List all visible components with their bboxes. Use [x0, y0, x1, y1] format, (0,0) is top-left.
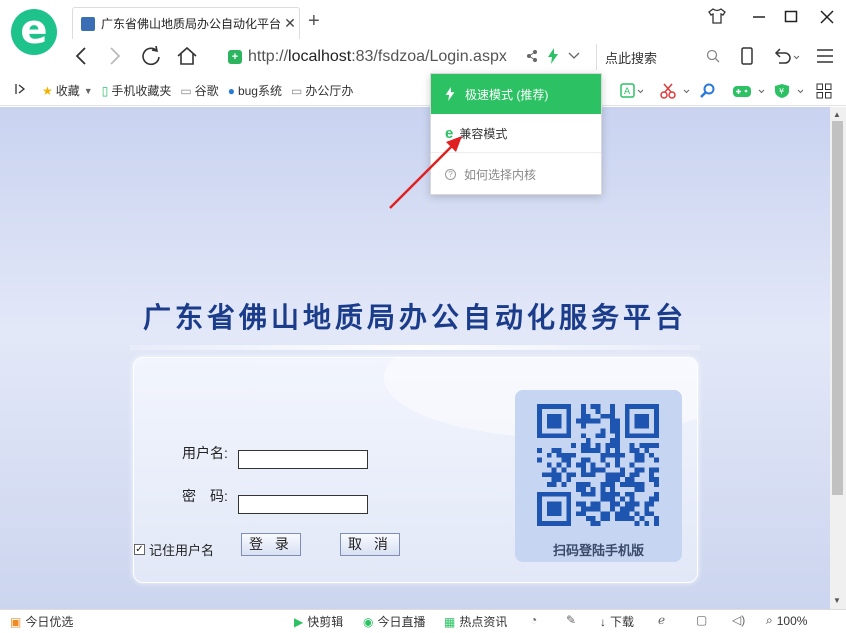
lightning-icon: [445, 87, 455, 101]
chevron-down-icon: ▼: [83, 85, 93, 96]
apps-grid-icon[interactable]: [816, 83, 832, 102]
bookmark-office[interactable]: ▭ 办公厅办: [291, 82, 353, 99]
bookmark-label: 办公厅办: [305, 84, 354, 98]
maximize-icon[interactable]: [784, 8, 798, 28]
status-speed-icon[interactable]: ◔: [530, 613, 537, 627]
title-divider: [130, 345, 700, 350]
remember-username[interactable]: ✓ 记住用户名: [134, 540, 214, 559]
scrollbar-thumb[interactable]: [832, 121, 843, 495]
status-label: 快剪辑: [307, 615, 344, 629]
remember-label: 记住用户名: [149, 543, 215, 558]
status-sound-icon[interactable]: ◁): [732, 613, 745, 627]
status-quick-edit[interactable]: ▶ 快剪辑: [294, 613, 343, 630]
username-input[interactable]: [238, 450, 368, 469]
password-label: 密 码:: [182, 488, 228, 504]
status-today-picks[interactable]: ▣ 今日优选: [10, 613, 73, 630]
download-icon: ↓: [600, 614, 606, 629]
translate-icon[interactable]: A: [620, 83, 644, 102]
bookmark-label: 谷歌: [194, 84, 219, 98]
status-download[interactable]: ↓ 下载: [600, 613, 634, 630]
kernel-help-label: 如何选择内核: [464, 167, 537, 182]
status-label: 下载: [610, 615, 635, 629]
browser-tab[interactable]: 广东省佛山地质局办公自动化平台 ✕: [72, 7, 300, 39]
search-icon[interactable]: [706, 49, 720, 66]
zoom-level: 100%: [776, 613, 808, 628]
status-zoom[interactable]: ⌕ 100%: [766, 613, 807, 628]
tab-close-icon[interactable]: ✕: [281, 15, 299, 32]
star-icon: ★: [42, 83, 53, 98]
page-title: 广东省佛山地质局办公自动化服务平台: [142, 303, 687, 334]
fast-mode-label: 极速模式 (推荐): [465, 87, 549, 102]
compat-mode-label: 兼容模式: [459, 127, 508, 141]
svg-text:A: A: [624, 87, 631, 97]
forward-icon[interactable]: [108, 44, 122, 74]
skin-icon[interactable]: [708, 8, 726, 28]
globe-icon: ●: [227, 83, 235, 98]
status-label: 今日优选: [25, 615, 74, 629]
status-window-icon[interactable]: ▢: [696, 613, 707, 627]
phone-icon: ▯: [101, 83, 109, 98]
annotation-arrow-icon: [389, 136, 462, 209]
refresh-icon[interactable]: [140, 44, 162, 74]
browser-logo-icon[interactable]: e: [11, 9, 57, 55]
remember-checkbox[interactable]: ✓: [134, 544, 145, 555]
fast-mode-option[interactable]: 极速模式 (推荐): [431, 74, 601, 114]
bookmark-label: bug系统: [237, 84, 282, 98]
chevron-down-icon[interactable]: [568, 50, 580, 64]
scroll-down-icon[interactable]: ▼: [833, 596, 841, 605]
cancel-button[interactable]: 取 消: [340, 533, 400, 556]
login-button[interactable]: 登 录: [241, 533, 301, 556]
game-controller-icon[interactable]: [732, 83, 766, 102]
status-news[interactable]: ▦ 热点资讯: [444, 613, 507, 630]
secure-shield-icon: +: [228, 50, 242, 64]
play-circle-icon: ◉: [363, 614, 374, 629]
new-tab-button[interactable]: +: [308, 10, 320, 33]
search-input[interactable]: 点此搜索: [605, 48, 706, 67]
undo-icon[interactable]: [772, 44, 800, 74]
bookmark-bar: ★ 收藏 ▼ ▯ 手机收藏夹 ▭ 谷歌 ● bug系统 ▭ 办公厅办: [0, 76, 846, 106]
scroll-up-icon[interactable]: ▲: [833, 110, 841, 119]
page-icon: ▭: [180, 83, 192, 98]
password-input[interactable]: [238, 495, 368, 514]
username-label: 用户名:: [182, 445, 228, 461]
bookmark-label: 收藏: [55, 84, 80, 98]
bookmark-mobile[interactable]: ▯ 手机收藏夹: [102, 82, 172, 99]
bookmark-google[interactable]: ▭ 谷歌: [180, 82, 218, 99]
page-icon: ▭: [290, 83, 303, 98]
zoom-search-icon[interactable]: [700, 83, 716, 102]
url-text[interactable]: http://localhost:83/fsdzoa/Login.aspx: [248, 48, 518, 66]
video-edit-icon: ▶: [294, 614, 304, 629]
address-bar[interactable]: + http://localhost:83/fsdzoa/Login.aspx: [222, 44, 592, 70]
tab-favicon-icon: [81, 16, 95, 31]
bookmark-label: 手机收藏夹: [111, 84, 172, 98]
minimize-icon[interactable]: [752, 8, 766, 28]
sidebar-toggle-icon[interactable]: [14, 83, 26, 98]
screenshot-scissors-icon[interactable]: [660, 83, 690, 102]
search-box[interactable]: 点此搜索: [596, 44, 720, 70]
status-label: 今日直播: [377, 615, 426, 629]
news-icon: ▦: [444, 614, 456, 629]
qr-code-image: [537, 404, 659, 526]
share-icon[interactable]: [526, 49, 538, 66]
close-window-icon[interactable]: [820, 8, 834, 28]
gift-icon: ▣: [10, 614, 22, 629]
home-icon[interactable]: [176, 44, 198, 74]
zoom-icon: ⌕: [766, 613, 773, 627]
lightning-mode-icon[interactable]: [548, 47, 558, 67]
status-label: 热点资讯: [459, 615, 508, 629]
svg-text:¥: ¥: [779, 87, 784, 96]
tab-title: 广东省佛山地质局办公自动化平台: [101, 17, 281, 31]
mobile-icon[interactable]: [740, 44, 754, 74]
menu-icon[interactable]: [816, 44, 834, 74]
qr-code-caption: 扫码登陆手机版: [552, 543, 644, 558]
back-icon[interactable]: [74, 44, 88, 74]
status-live[interactable]: ◉ 今日直播: [363, 613, 426, 630]
bookmark-bug-system[interactable]: ● bug系统: [228, 82, 282, 99]
status-ie-icon[interactable]: ℯ: [658, 613, 665, 627]
status-pin-icon[interactable]: ✎: [566, 613, 576, 627]
bookmark-favorites[interactable]: ★ 收藏 ▼: [42, 82, 93, 99]
security-shield-icon[interactable]: ¥: [774, 83, 806, 102]
